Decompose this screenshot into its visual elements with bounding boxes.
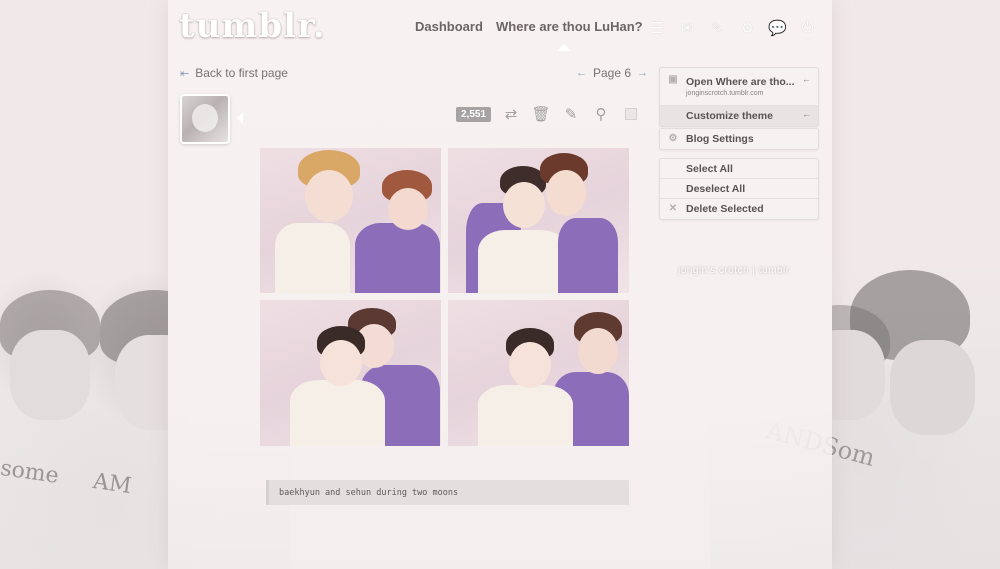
- settings-box: ⚙ Blog Settings: [659, 128, 819, 150]
- select-all-item[interactable]: Select All: [660, 159, 818, 179]
- back-to-first-page-link[interactable]: ⇤ Back to first page: [180, 66, 288, 80]
- customize-theme-item[interactable]: Customize theme ←: [660, 106, 818, 126]
- mass-edit-box: Select All Deselect All ✕ Delete Selecte…: [659, 158, 819, 220]
- photoset-image-2[interactable]: [448, 148, 629, 293]
- magnifier-icon[interactable]: ⚲: [591, 104, 611, 124]
- pencil-icon[interactable]: ✎: [561, 104, 581, 124]
- open-blog-item[interactable]: ▣ Open Where are tho... jonginscrotch.tu…: [660, 68, 818, 106]
- theme-credit[interactable]: jongin's crotch | tumblr: [678, 265, 790, 276]
- photoset-image-3[interactable]: [260, 300, 441, 446]
- avatar-caret: [237, 112, 243, 124]
- trash-icon[interactable]: 🗑: [531, 104, 551, 124]
- select-all-label: Select All: [686, 162, 733, 175]
- delete-selected-item[interactable]: ✕ Delete Selected: [660, 199, 818, 219]
- gear-icon[interactable]: ⚙: [738, 18, 757, 37]
- blog-title-label: Open Where are tho...: [686, 76, 795, 88]
- prev-arrow-icon[interactable]: ←: [576, 67, 587, 79]
- delete-selected-label: Delete Selected: [686, 203, 764, 215]
- delete-icon: ✕: [668, 203, 678, 214]
- avatar[interactable]: [180, 94, 230, 144]
- first-page-arrow-icon: ⇤: [180, 67, 190, 80]
- photoset-image-4[interactable]: [448, 300, 629, 446]
- nav-active-caret: [557, 44, 571, 51]
- top-icon-bar: ☰ ✉ ✎ ⚙ 💬 ⏻: [648, 18, 817, 37]
- select-post-checkbox[interactable]: [625, 108, 638, 120]
- reblog-icon[interactable]: ⇄: [501, 104, 521, 124]
- open-arrow-icon: ←: [802, 74, 811, 84]
- page-navigation[interactable]: ← Page 6 →: [576, 66, 648, 80]
- mail-icon[interactable]: ✉: [678, 18, 697, 37]
- edit-icon[interactable]: ✎: [708, 18, 727, 37]
- photoset-image-1[interactable]: [260, 148, 441, 293]
- page-number-label: Page 6: [593, 66, 632, 80]
- back-to-first-page-label: Back to first page: [195, 66, 288, 80]
- post-caption: baekhyun and sehun during two moons: [266, 480, 629, 505]
- chat-icon[interactable]: 💬: [768, 18, 787, 37]
- customize-arrow-icon: ←: [802, 109, 811, 119]
- blog-menu-box: ▣ Open Where are tho... jonginscrotch.tu…: [659, 67, 819, 127]
- deselect-all-item[interactable]: Deselect All: [660, 179, 818, 199]
- nav-dashboard-link[interactable]: Dashboard: [415, 19, 483, 34]
- customize-theme-label: Customize theme: [686, 110, 773, 122]
- blog-url-label: jonginscrotch.tumblr.com: [686, 90, 764, 97]
- settings-gear-icon: ⚙: [668, 133, 678, 144]
- next-arrow-icon[interactable]: →: [637, 67, 648, 79]
- blog-settings-label: Blog Settings: [686, 133, 754, 145]
- post-controls: 2,551 ⇄ 🗑 ✎ ⚲: [456, 104, 638, 124]
- list-icon[interactable]: ☰: [648, 18, 667, 37]
- notes-count-badge[interactable]: 2,551: [456, 106, 492, 122]
- power-icon[interactable]: ⏻: [798, 18, 817, 37]
- tumblr-logo[interactable]: tumblr.: [179, 6, 326, 46]
- deselect-all-label: Deselect All: [686, 182, 746, 195]
- blog-settings-item[interactable]: ⚙ Blog Settings: [660, 129, 818, 149]
- blog-icon: ▣: [668, 74, 678, 85]
- nav-blog-link[interactable]: Where are thou LuHan?: [496, 19, 643, 34]
